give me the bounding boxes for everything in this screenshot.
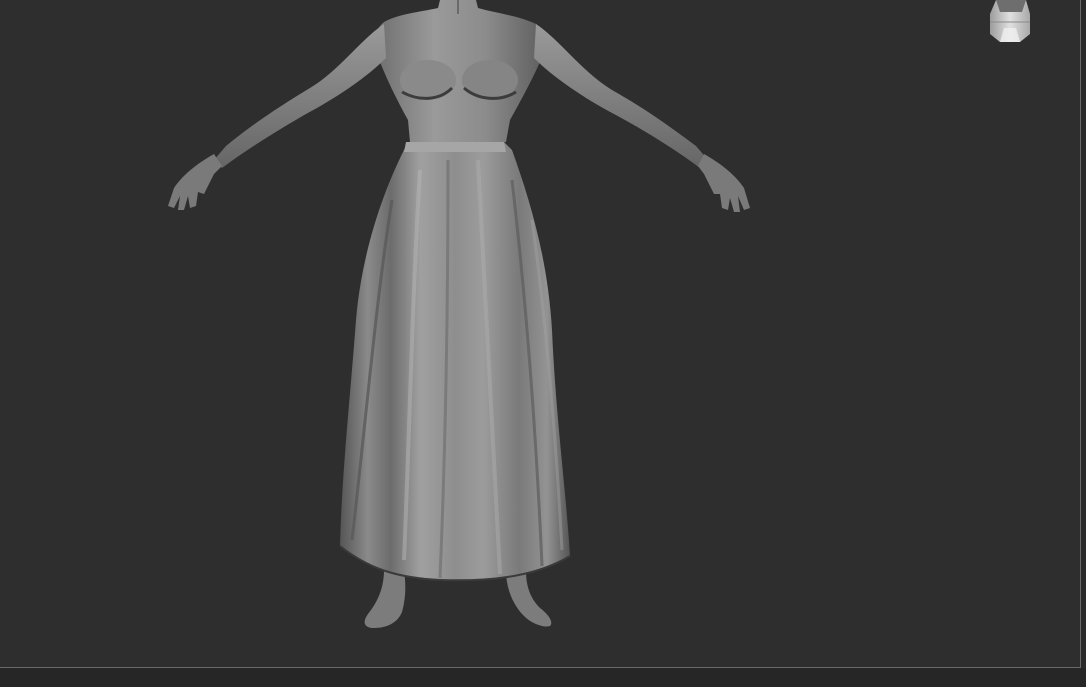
bottom-panel-edge [0,668,1086,687]
right-panel-edge [1081,0,1086,668]
head-orientation-cube-icon[interactable] [990,0,1030,42]
sculpt-model-figure[interactable] [0,0,1080,667]
left-arm [168,24,386,210]
skirt [339,142,571,582]
right-arm [534,24,750,212]
torso [374,0,545,142]
sculpt-application [0,0,1086,687]
3d-viewport[interactable] [0,0,1080,667]
